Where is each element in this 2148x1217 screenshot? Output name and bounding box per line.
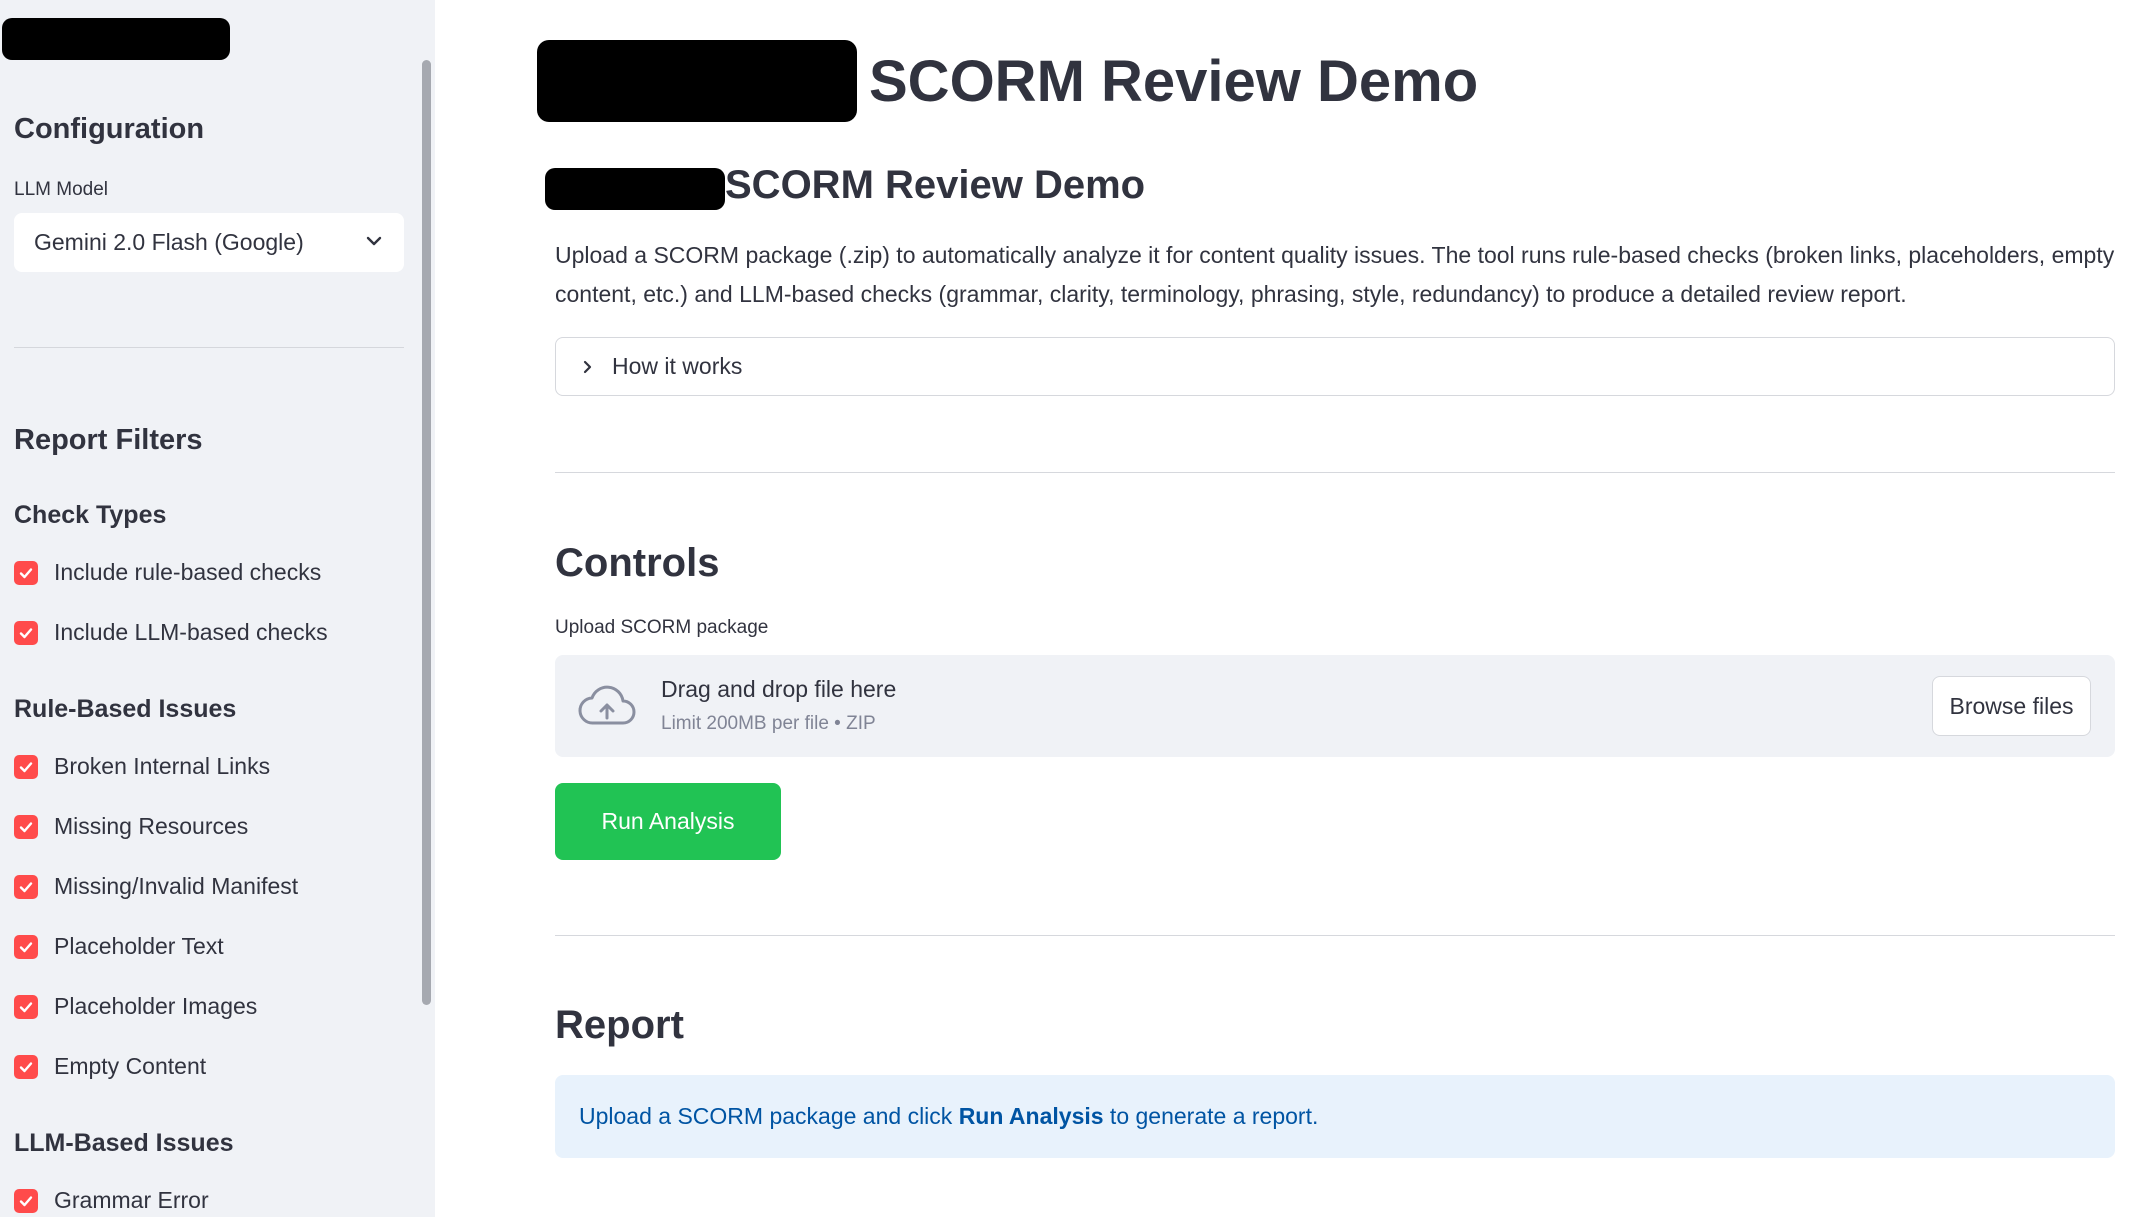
cloud-upload-icon [578,685,636,725]
checkbox-label: Broken Internal Links [54,753,271,779]
check-icon [14,994,38,1019]
run-analysis-button[interactable]: Run Analysis [555,783,781,860]
checkbox-label: Empty Content [54,1053,207,1079]
checkbox-label: Placeholder Text [54,933,224,959]
checkbox-missing-resources[interactable]: Missing Resources [14,813,248,840]
divider [555,472,2115,473]
checkbox-label: Missing Resources [54,813,249,839]
llm-model-select[interactable]: Gemini 2.0 Flash (Google) [14,213,404,272]
info-text-post: to generate a report. [1103,1103,1319,1129]
chevron-right-icon [583,360,592,373]
checkbox-label: Include rule-based checks [54,559,322,585]
check-types-title: Check Types [14,501,167,529]
checkbox-manifest[interactable]: Missing/Invalid Manifest [14,873,298,900]
llm-model-value: Gemini 2.0 Flash (Google) [34,229,304,255]
llm-model-label: LLM Model [14,179,108,200]
sidebar: Configuration LLM Model Gemini 2.0 Flash… [0,0,435,1217]
checkbox-label: Missing/Invalid Manifest [54,873,299,899]
controls-title: Controls [555,541,720,585]
sidebar-divider [14,347,404,348]
main-content: SCORM Review Demo SCORM Review Demo Uplo… [435,0,2148,1217]
checkbox-empty-content[interactable]: Empty Content [14,1053,206,1080]
redacted-title-prefix [537,40,857,122]
sidebar-scrollbar[interactable] [422,60,431,1005]
checkbox-placeholder-text[interactable]: Placeholder Text [14,933,224,960]
checkbox-label: Include LLM-based checks [54,619,328,645]
checkbox-rule-based[interactable]: Include rule-based checks [14,559,321,586]
divider [555,935,2115,936]
redacted-logo [2,18,230,60]
check-icon [14,934,38,959]
check-icon [14,754,38,779]
check-icon [14,874,38,899]
config-title: Configuration [14,113,205,145]
page-subtitle: SCORM Review Demo [725,163,1146,207]
file-dropzone[interactable]: Drag and drop file here Limit 200MB per … [555,655,2115,757]
check-icon [14,560,38,585]
check-icon [14,620,38,645]
page-title: SCORM Review Demo [869,48,1479,114]
rule-based-title: Rule-Based Issues [14,695,237,723]
redacted-subtitle-prefix [545,168,725,210]
info-text-pre: Upload a SCORM package and click [579,1103,959,1129]
check-icon [14,814,38,839]
page-title-row: SCORM Review Demo [537,40,1478,122]
how-it-works-expander[interactable]: How it works [555,337,2115,396]
expander-label: How it works [612,353,743,379]
report-title: Report [555,1003,684,1047]
checkbox-placeholder-images[interactable]: Placeholder Images [14,993,257,1020]
checkbox-label: Placeholder Images [54,993,258,1019]
llm-based-title: LLM-Based Issues [14,1129,234,1157]
check-icon [14,1054,38,1079]
chevron-down-icon [366,236,382,246]
upload-label: Upload SCORM package [555,617,769,638]
browse-files-button[interactable]: Browse files [1932,676,2091,736]
report-info-alert: Upload a SCORM package and click Run Ana… [555,1075,2115,1158]
dropzone-title: Drag and drop file here [661,676,897,702]
dropzone-limit: Limit 200MB per file • ZIP [661,713,876,734]
check-icon [14,1188,38,1213]
checkbox-label: Grammar Error [54,1187,209,1213]
checkbox-broken-links[interactable]: Broken Internal Links [14,753,270,780]
checkbox-grammar-error[interactable]: Grammar Error [14,1187,209,1214]
checkbox-llm-based[interactable]: Include LLM-based checks [14,619,328,646]
report-filters-title: Report Filters [14,424,203,456]
intro-text: Upload a SCORM package (.zip) to automat… [555,242,2115,307]
info-text-bold: Run Analysis [958,1103,1104,1129]
